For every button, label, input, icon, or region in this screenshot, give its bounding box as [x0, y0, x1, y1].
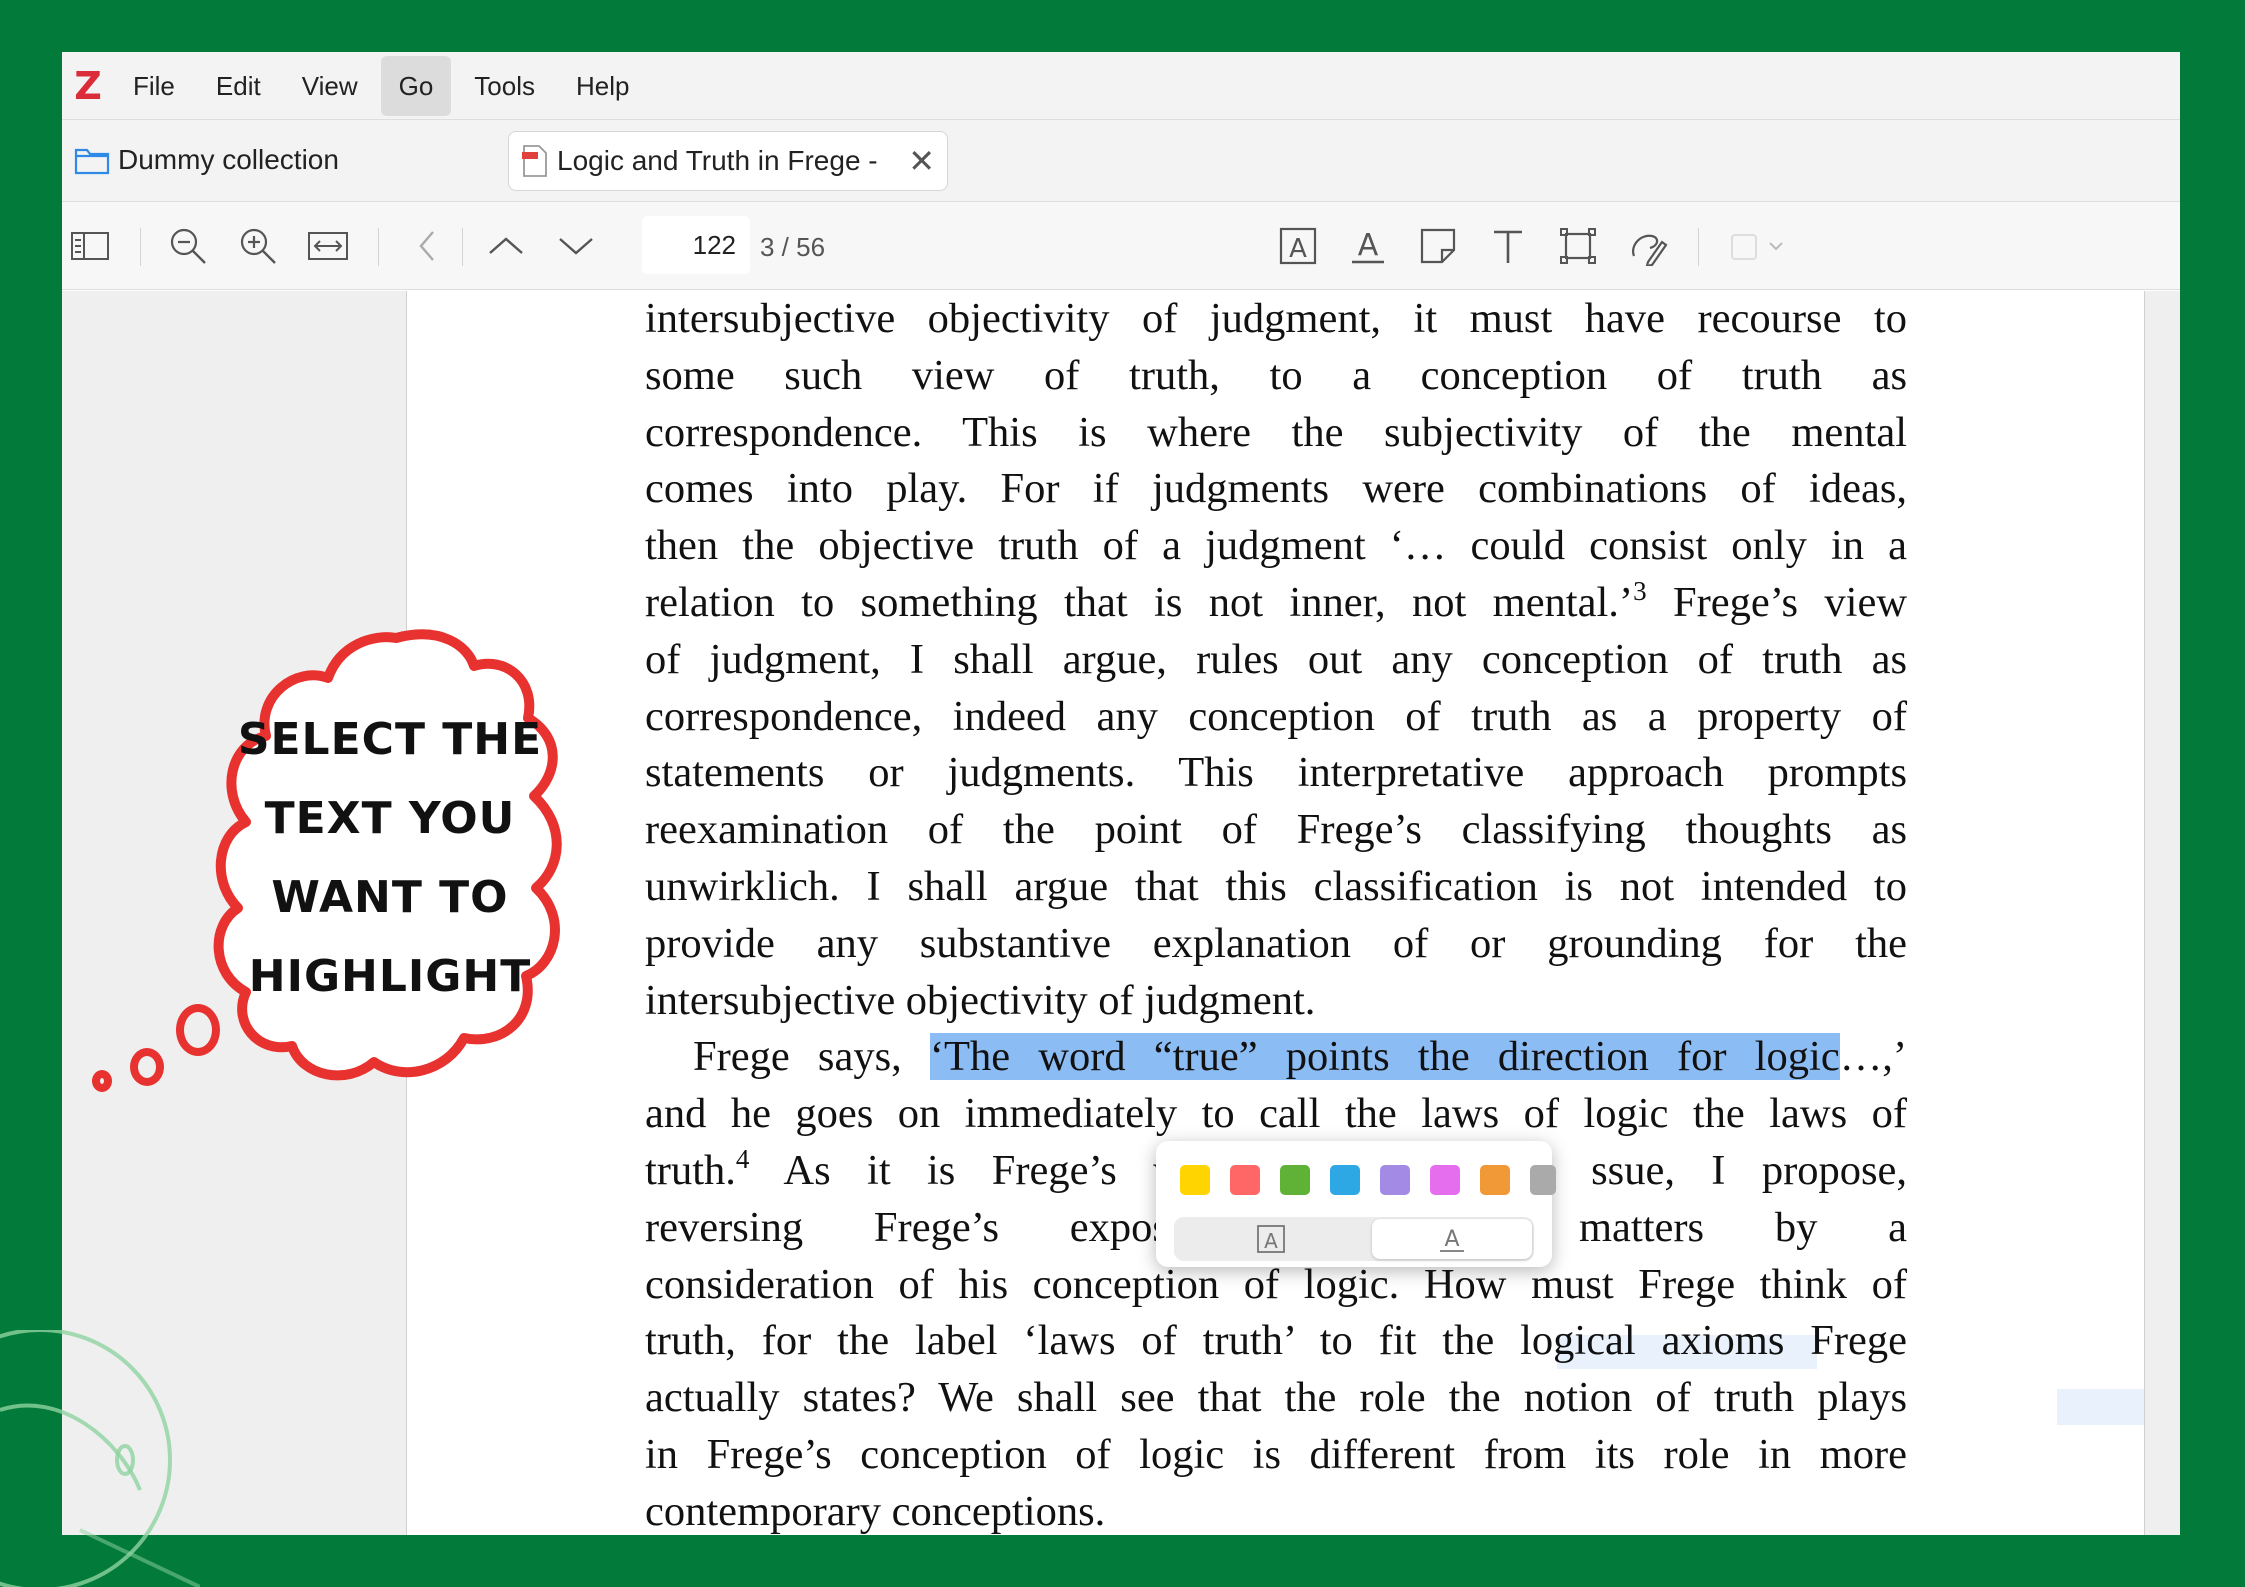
text-segment: ssue, I propose, [1591, 1146, 1908, 1194]
close-tab-icon[interactable]: ✕ [908, 142, 935, 180]
toolbar-divider [378, 228, 379, 266]
toolbar-divider [140, 228, 141, 266]
pdf-page[interactable]: intersubjective objectivity of judgment,… [406, 291, 2145, 1535]
text-line[interactable]: in Frege’s conception of logic is differ… [645, 1427, 1907, 1484]
menu-help[interactable]: Help [558, 56, 647, 116]
back-icon[interactable] [404, 222, 452, 270]
text-line[interactable]: of judgment, I shall argue, rules out an… [645, 632, 1907, 689]
underline-icon: A [1440, 1227, 1464, 1252]
color-swatch-purple[interactable] [1380, 1165, 1410, 1195]
text-segment: reversing Frege’s expos [645, 1203, 1169, 1251]
text-line[interactable]: and he goes on immediately to call the l… [645, 1086, 1907, 1143]
page-text[interactable]: intersubjective objectivity of judgment,… [645, 291, 1907, 1535]
tab-document-label: Logic and Truth in Frege - [557, 145, 878, 176]
text-line[interactable]: reexamination of the point of Frege’s cl… [645, 802, 1907, 859]
callout-line: HIGHLIGHT [248, 951, 532, 1002]
text-line[interactable]: contemporary conceptions. [645, 1484, 1907, 1535]
callout-line: TEXT YOU [264, 793, 516, 844]
text-line[interactable]: actually states? We shall see that the r… [645, 1370, 1907, 1427]
text-line[interactable]: truth, for the label ‘laws of truth’ to … [645, 1313, 1907, 1370]
menu-tools[interactable]: Tools [456, 56, 553, 116]
text-line[interactable]: Frege says, ‘The word “true” points the … [645, 1029, 1907, 1086]
previous-page-icon[interactable] [482, 222, 530, 270]
text-line[interactable]: then the objective truth of a judgment ‘… [645, 518, 1907, 575]
menu-bar: Z File Edit View Go Tools Help [62, 52, 2180, 120]
menu-file[interactable]: File [115, 56, 193, 116]
toggle-sidebar-icon[interactable] [66, 222, 114, 270]
next-page-icon[interactable] [552, 222, 600, 270]
color-swatch-blue[interactable] [1330, 1165, 1360, 1195]
fit-width-icon[interactable] [304, 222, 352, 270]
tab-library[interactable]: Dummy collection [74, 134, 339, 186]
text-segment: matters by a [1578, 1203, 1907, 1251]
text-line[interactable]: provide any substantive explanation of o… [645, 916, 1907, 973]
highlight-icon: A [1257, 1225, 1285, 1253]
menu-go[interactable]: Go [380, 55, 452, 116]
text-segment: As it is Frege’s vie [749, 1146, 1206, 1194]
menu-edit[interactable]: Edit [198, 56, 279, 116]
folder-icon [74, 148, 110, 175]
underline-mode-button[interactable]: A [1372, 1219, 1532, 1259]
text-segment: Frege says, [693, 1033, 930, 1081]
callout-line: WANT TO [271, 872, 509, 923]
annotation-mode-toggle: A A [1174, 1217, 1534, 1261]
tab-bar: Dummy collection Logic and Truth in Freg… [62, 120, 2180, 202]
text-segment: relation to something that is not inner,… [645, 578, 1634, 626]
text-segment: truth. [645, 1146, 736, 1194]
draw-tool-icon[interactable] [1624, 222, 1672, 270]
footnote-marker[interactable]: 4 [736, 1144, 750, 1174]
text-line[interactable]: intersubjective objectivity of judgment. [645, 973, 1907, 1030]
color-swatch-yellow[interactable] [1180, 1165, 1210, 1195]
annotation-popup: A A [1156, 1141, 1556, 1267]
text-line[interactable]: relation to something that is not inner,… [645, 575, 1907, 632]
color-picker-dropdown[interactable] [1724, 222, 1794, 270]
menu-view[interactable]: View [284, 56, 376, 116]
tab-library-label: Dummy collection [118, 144, 339, 175]
callout-line: SELECT THE [237, 714, 543, 765]
color-swatch-orange[interactable] [1480, 1165, 1510, 1195]
highlight-mode-button[interactable]: A [1176, 1219, 1366, 1259]
text-tool-icon[interactable] [1484, 222, 1532, 270]
footnote-marker[interactable]: 3 [1633, 576, 1647, 606]
svg-text:A: A [1358, 228, 1379, 263]
svg-text:A: A [1289, 234, 1307, 264]
thought-dot-small [92, 1070, 112, 1092]
highlight-tool-icon[interactable]: A [1274, 222, 1322, 270]
color-swatch-gray[interactable] [1530, 1165, 1556, 1195]
selection-remnant [2057, 1389, 2144, 1425]
svg-text:A: A [1264, 1229, 1278, 1253]
decorative-swirl [0, 1330, 200, 1587]
text-line[interactable]: comes into play. For if judgments were c… [645, 461, 1907, 518]
text-line[interactable]: correspondence, indeed any conception of… [645, 689, 1907, 746]
svg-text:A: A [1444, 1227, 1459, 1252]
text-line[interactable]: correspondence. This is where the subjec… [645, 405, 1907, 462]
color-swatch-red[interactable] [1230, 1165, 1260, 1195]
pdf-icon [522, 145, 547, 177]
callout-text: SELECT THE TEXT YOU WANT TO HIGHLIGHT [210, 700, 570, 1016]
tab-document[interactable]: Logic and Truth in Frege - ✕ [508, 131, 948, 191]
text-segment: Frege’s view [1672, 578, 1908, 626]
zotero-logo-icon: Z [74, 63, 102, 108]
note-tool-icon[interactable] [1414, 222, 1462, 270]
text-segment: …,’ [1839, 1033, 1907, 1081]
zoom-in-icon[interactable] [234, 222, 282, 270]
page-count: 3 / 56 [760, 232, 826, 262]
text-line[interactable]: some such view of truth, to a conception… [645, 348, 1907, 405]
color-swatch-magenta[interactable] [1430, 1165, 1460, 1195]
color-swatch-green[interactable] [1280, 1165, 1310, 1195]
toolbar-divider [462, 228, 463, 266]
text-line[interactable]: unwirklich. I shall argue that this clas… [645, 859, 1907, 916]
underline-tool-icon[interactable]: A [1344, 222, 1392, 270]
thought-dot-medium [130, 1048, 164, 1086]
text-line[interactable]: intersubjective objectivity of judgment,… [645, 291, 1907, 348]
reader-toolbar: 3 / 56 A A [62, 202, 2180, 290]
highlighted-selection[interactable]: ‘The word “true” points the direction fo… [929, 1033, 1840, 1081]
zoom-out-icon[interactable] [164, 222, 212, 270]
area-select-tool-icon[interactable] [1554, 222, 1602, 270]
page-number-input[interactable] [642, 216, 750, 274]
text-line[interactable]: statements or judgments. This interpreta… [645, 745, 1907, 802]
toolbar-divider [1698, 228, 1699, 266]
